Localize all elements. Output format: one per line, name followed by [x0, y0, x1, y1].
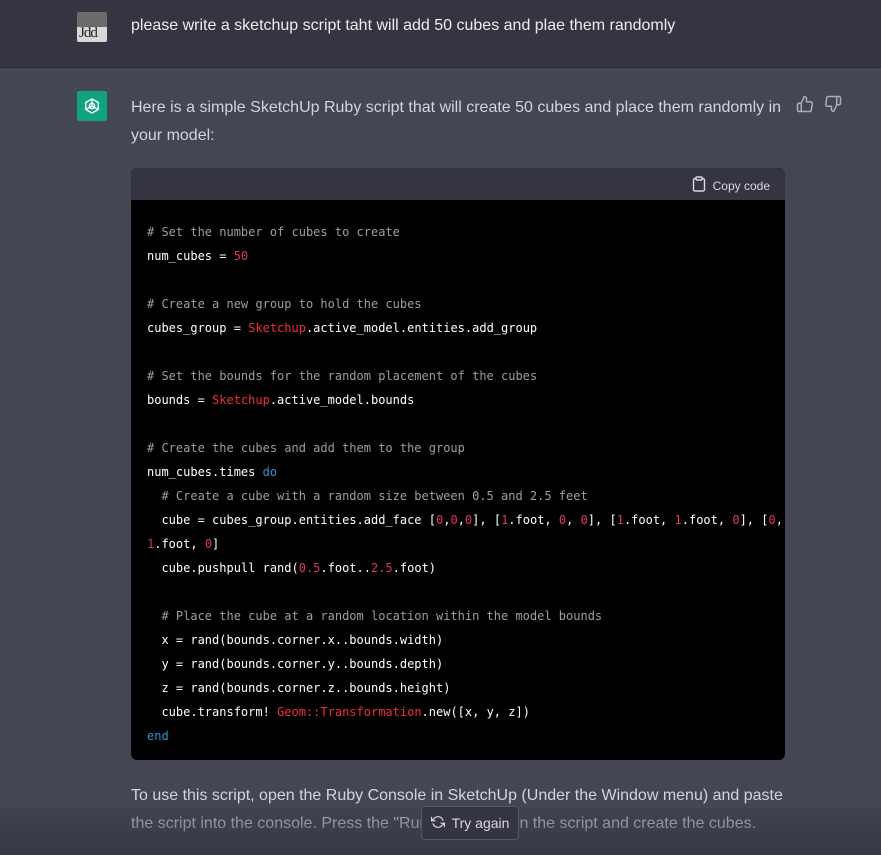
copy-code-label: Copy code	[712, 178, 770, 193]
user-message-text: please write a sketchup script taht will…	[131, 17, 676, 34]
code-token: Geom::Transformation	[277, 705, 422, 719]
code-token: cube = cubes_group.entities.add_face [	[147, 513, 436, 527]
code-token: ]	[212, 537, 220, 551]
code-token: x = rand(bounds.corner.x..bounds.width)	[147, 633, 444, 647]
code-token: 50	[233, 249, 249, 263]
code-line: 1.foot, 0]	[147, 532, 769, 556]
code-token: .active_model.entities.add_group	[305, 321, 538, 335]
code-line: num_cubes = 50	[147, 244, 769, 268]
code-header: Copy code	[131, 168, 785, 200]
code-line: # Create the cubes and add them to the g…	[147, 436, 769, 460]
code-line: # Set the bounds for the random placemen…	[147, 364, 769, 388]
try-again-label: Try again	[451, 815, 510, 831]
code-token: 2.5	[370, 561, 393, 575]
code-token: bounds =	[147, 393, 213, 407]
code-token: Sketchup	[248, 321, 306, 335]
code-token: .new([x, y, z])	[421, 705, 530, 719]
code-token: 0	[450, 513, 458, 527]
code-line: cube.pushpull rand(0.5.foot..2.5.foot)	[147, 556, 769, 580]
code-token: ], [	[587, 513, 617, 527]
code-line: cubes_group = Sketchup.active_model.enti…	[147, 316, 769, 340]
code-token: ,	[775, 513, 783, 527]
code-token: # Place the cube at a random location wi…	[147, 609, 603, 623]
code-line: # Place the cube at a random location wi…	[147, 604, 769, 628]
code-line: # Set the number of cubes to create	[147, 220, 769, 244]
code-token: num_cubes =	[147, 249, 234, 263]
code-token: .foot,	[508, 513, 559, 527]
code-content: # Set the number of cubes to create num_c…	[131, 200, 785, 748]
code-token: ,	[566, 513, 581, 527]
code-token: cubes_group =	[147, 321, 249, 335]
code-token: num_cubes.times	[147, 465, 263, 479]
code-token: y = rand(bounds.corner.y..bounds.depth)	[147, 657, 444, 671]
code-token: ], [	[472, 513, 502, 527]
code-token: .foot,	[681, 513, 733, 527]
code-token: .active_model.bounds	[269, 393, 415, 407]
code-token: 1	[616, 513, 624, 527]
copy-code-button[interactable]: Copy code	[692, 176, 770, 195]
user-avatar: Jdd	[77, 12, 107, 42]
code-token: cube.transform!	[147, 705, 278, 719]
code-token: 0.5	[298, 561, 321, 575]
code-token: # Create a cube with a random size betwe…	[147, 489, 588, 503]
code-token: 0	[768, 513, 776, 527]
refresh-icon	[430, 815, 445, 832]
try-again-button[interactable]: Try again	[421, 806, 519, 840]
code-line: bounds = Sketchup.active_model.bounds	[147, 388, 769, 412]
thumbs-up-icon[interactable]	[796, 95, 814, 113]
code-token: 1	[674, 513, 682, 527]
code-block: Copy code # Set the number of cubes to c…	[131, 168, 785, 760]
code-line: # Create a cube with a random size betwe…	[147, 484, 769, 508]
code-line: x = rand(bounds.corner.x..bounds.width)	[147, 628, 769, 652]
code-token: cube.pushpull rand(	[147, 561, 299, 575]
code-token: # Set the number of cubes to create	[147, 225, 400, 239]
code-line: # Create a new group to hold the cubes	[147, 292, 769, 316]
thumbs-down-icon[interactable]	[824, 95, 842, 113]
code-line: y = rand(bounds.corner.y..bounds.depth)	[147, 652, 769, 676]
code-token: 0	[732, 513, 740, 527]
code-token: .foot,	[154, 537, 205, 551]
code-token: 0	[580, 513, 588, 527]
code-token: # Create a new group to hold the cubes	[147, 297, 422, 311]
code-token: 0	[204, 537, 213, 551]
code-line: cube.transform! Geom::Transformation.new…	[147, 700, 769, 724]
assistant-intro-text: Here is a simple SketchUp Ruby script th…	[131, 99, 782, 144]
code-token: .foot,	[623, 513, 675, 527]
code-token: # Set the bounds for the random placemen…	[147, 369, 538, 383]
clipboard-icon	[692, 176, 706, 195]
code-token: .foot)	[392, 561, 437, 575]
code-line: cube = cubes_group.entities.add_face [ 0,…	[147, 508, 783, 532]
code-token: end	[147, 729, 169, 743]
code-token: do	[262, 465, 278, 479]
code-line: end	[147, 724, 769, 748]
code-token: # Create the cubes and add them to the g…	[147, 441, 465, 455]
code-token: .foot..	[320, 561, 371, 575]
code-token: z = rand(bounds.corner.z..bounds.height)	[147, 681, 451, 695]
code-token: ,	[457, 513, 465, 527]
code-token: ], [	[739, 513, 769, 527]
code-line: num_cubes.times do	[147, 460, 769, 484]
avatar-text: Jdd	[79, 25, 98, 41]
openai-logo-icon	[77, 91, 107, 121]
code-line: z = rand(bounds.corner.z..bounds.height)	[147, 676, 769, 700]
user-message-row: Jdd please write a sketchup script taht …	[0, 0, 881, 68]
code-token: Sketchup	[212, 393, 270, 407]
